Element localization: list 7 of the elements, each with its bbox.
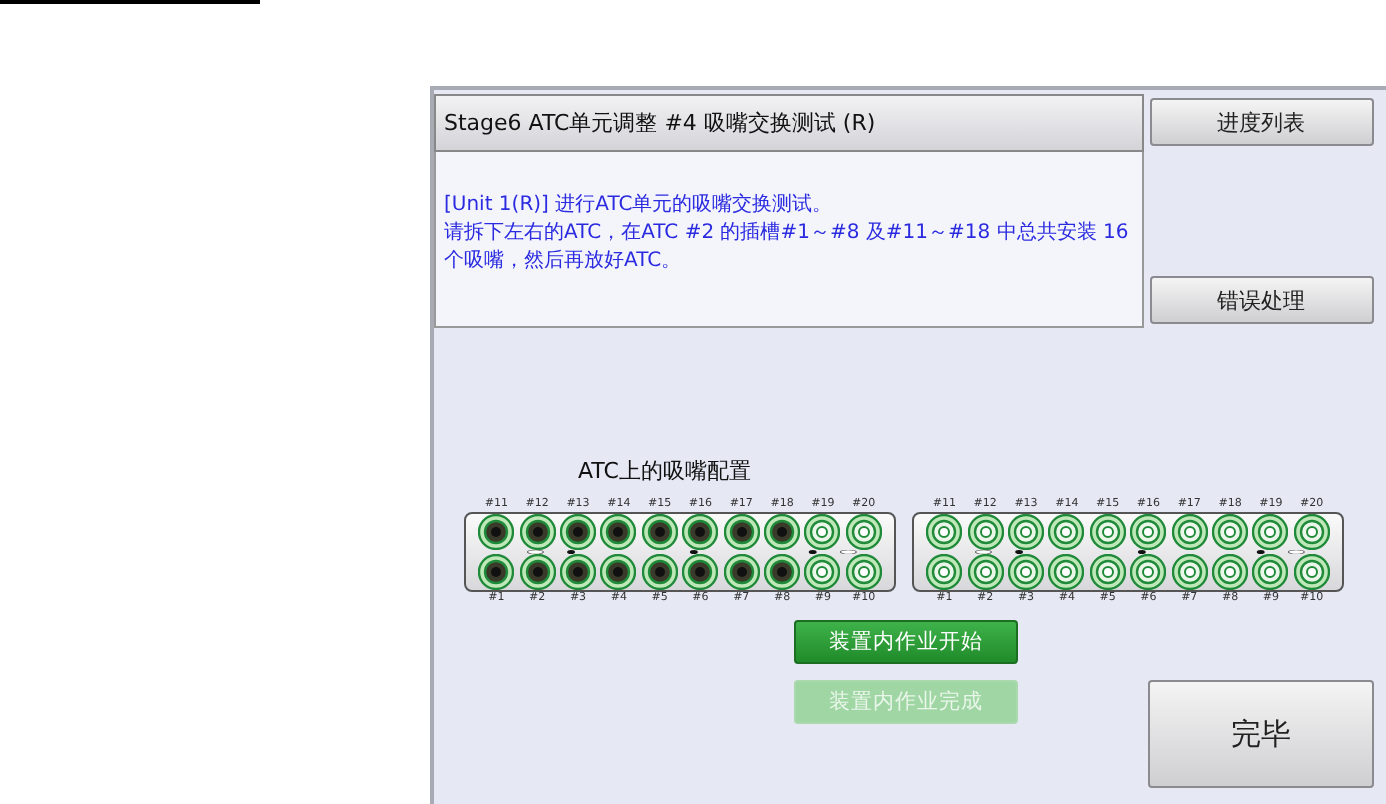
screen-title: Stage6 ATC单元调整 #4 吸嘴交换测试 (R) <box>434 94 1144 152</box>
error-handling-button[interactable]: 错误处理 <box>1149 276 1373 324</box>
progress-list-button[interactable]: 进度列表 <box>1149 98 1373 146</box>
section-title: ATC上的吸嘴配置 <box>578 456 751 486</box>
instruction-text: [Unit 1(R)] 进行ATC单元的吸嘴交换测试。 <box>444 192 835 220</box>
finish-button[interactable]: 完毕 <box>1148 680 1374 788</box>
instruction-text: 请拆下左右的ATC，在ATC #2 的插槽#1～#8 及#11～#18 中总共安装 16 个吸嘴，然后再放好ATC。 <box>444 220 1131 276</box>
